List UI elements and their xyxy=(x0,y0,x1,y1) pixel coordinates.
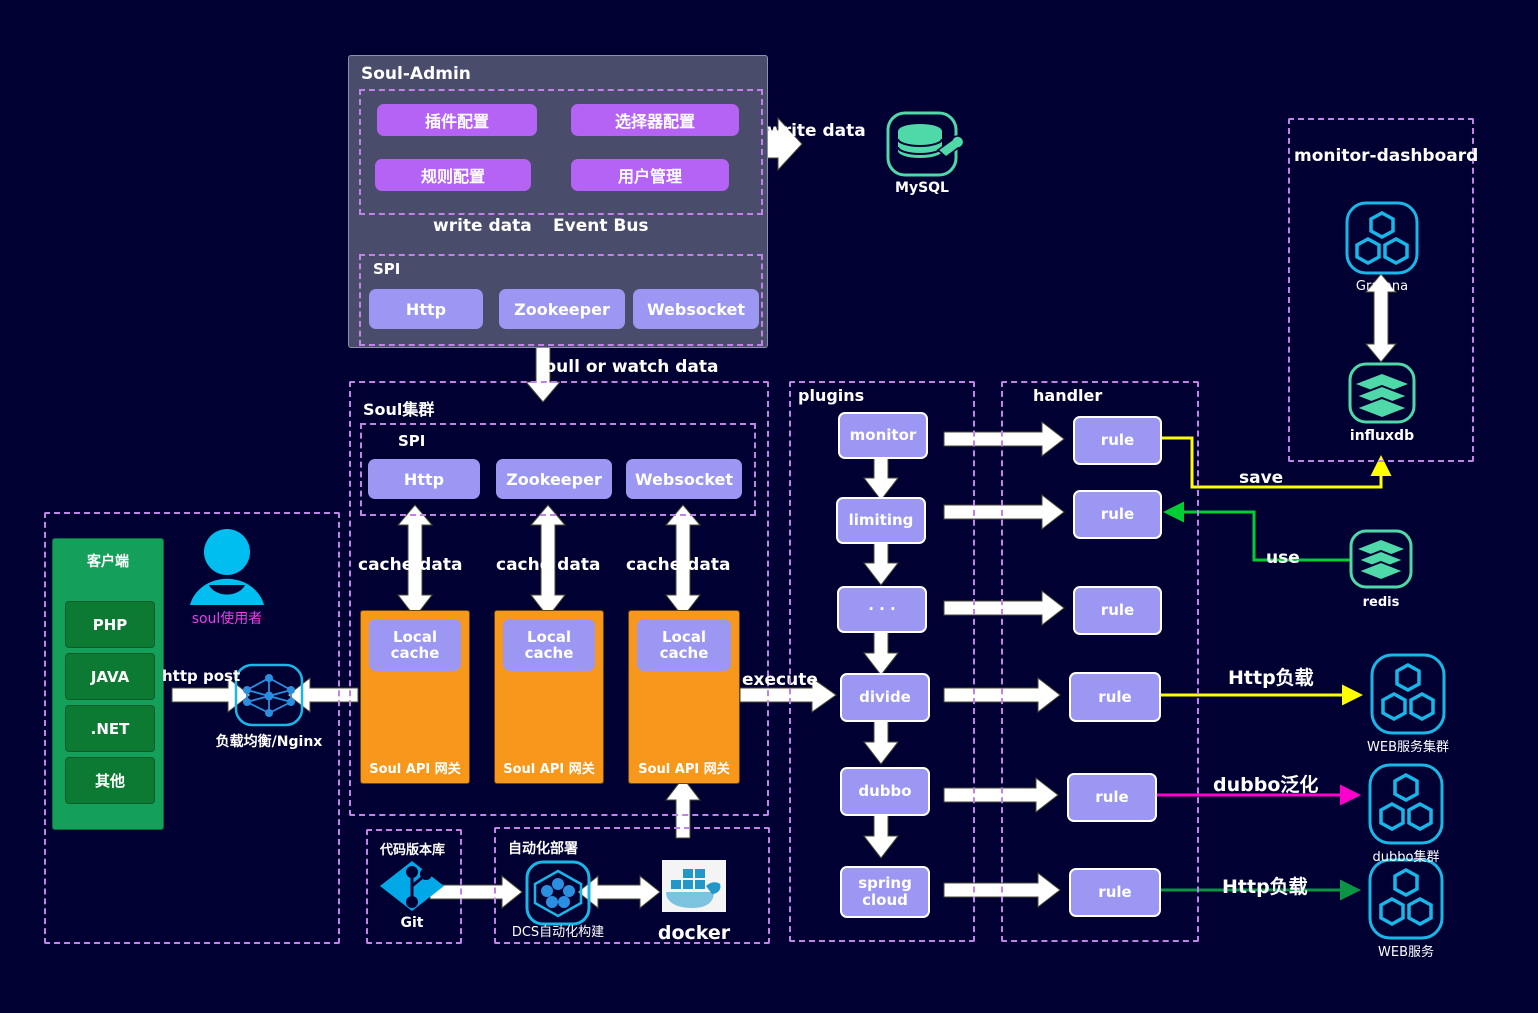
client-lang-java[interactable]: JAVA xyxy=(65,653,155,700)
admin-write-data-label: write data xyxy=(433,216,532,236)
cluster-spi-label: SPI xyxy=(398,432,426,450)
client-lang-php[interactable]: PHP xyxy=(65,601,155,648)
git-label: Git xyxy=(400,915,424,931)
http-load-label-2: Http负载 xyxy=(1222,876,1308,898)
docker-label: docker xyxy=(657,922,731,944)
admin-spi-websocket[interactable]: Websocket xyxy=(633,289,759,329)
dubbo-cluster-label: dubbo集群 xyxy=(1372,850,1440,865)
config-button-selector[interactable]: 选择器配置 xyxy=(571,104,739,136)
handler-rule-3[interactable]: rule xyxy=(1073,586,1162,635)
dcs-label: DCS自动化构建 xyxy=(511,925,605,940)
user-label: soul使用者 xyxy=(191,611,263,627)
admin-spi-label: SPI xyxy=(373,260,401,278)
plugin-divide[interactable]: divide xyxy=(840,673,930,722)
redis-label: redis xyxy=(1362,595,1400,610)
pull-or-watch-label: pull or watch data xyxy=(544,357,719,377)
http-load-label-1: Http负载 xyxy=(1228,667,1314,689)
mysql-icon xyxy=(886,111,965,177)
use-label: use xyxy=(1266,548,1300,568)
plugin-monitor[interactable]: monitor xyxy=(838,412,928,459)
client-lang-other[interactable]: 其他 xyxy=(65,757,155,804)
redis-icon xyxy=(1349,529,1413,589)
event-bus-label: Event Bus xyxy=(553,216,649,236)
cache-data-label-1: cache data xyxy=(358,555,463,575)
handler-rule-1[interactable]: rule xyxy=(1073,416,1162,465)
cache-data-label-2: cache data xyxy=(496,555,601,575)
client-title: 客户端 xyxy=(87,554,129,570)
plugin-dubbo[interactable]: dubbo xyxy=(840,767,930,816)
gateway-card-1: Local cache Soul API 网关 xyxy=(360,610,470,784)
web-cluster-icon xyxy=(1370,653,1446,735)
handler-group xyxy=(1001,381,1199,942)
config-button-user[interactable]: 用户管理 xyxy=(571,159,729,191)
local-cache-3: Local cache xyxy=(637,619,731,671)
plugin-ellipsis[interactable]: · · · xyxy=(837,586,927,633)
plugin-limiting[interactable]: limiting xyxy=(836,497,926,544)
mysql-write-data-label: write data xyxy=(767,121,866,141)
grafana-label: Grafana xyxy=(1355,279,1409,294)
gateway-card-2: Local cache Soul API 网关 xyxy=(494,610,604,784)
admin-spi-zookeeper[interactable]: Zookeeper xyxy=(499,289,625,329)
gateway-card-3: Local cache Soul API 网关 xyxy=(628,610,740,784)
dubbo-cluster-icon xyxy=(1368,763,1444,845)
config-button-plugin[interactable]: 插件配置 xyxy=(377,104,537,136)
handler-rule-5[interactable]: rule xyxy=(1067,773,1157,822)
gateway-name-3: Soul API 网关 xyxy=(638,762,730,777)
gateway-name-2: Soul API 网关 xyxy=(503,762,595,777)
client-lang-net[interactable]: .NET xyxy=(65,705,155,752)
soul-admin-title: Soul-Admin xyxy=(361,64,471,84)
dubbo-generic-label: dubbo泛化 xyxy=(1213,774,1319,796)
influxdb-label: influxdb xyxy=(1349,428,1415,444)
admin-spi-http[interactable]: Http xyxy=(369,289,483,329)
cluster-spi-http[interactable]: Http xyxy=(368,459,480,499)
local-cache-1: Local cache xyxy=(369,619,461,671)
client-box: 客户端 PHP JAVA .NET 其他 xyxy=(52,538,164,830)
soul-cluster-title: Soul集群 xyxy=(363,400,435,419)
mysql-label: MySQL xyxy=(895,180,949,196)
code-repo-title: 代码版本库 xyxy=(380,843,446,858)
web-cluster-label: WEB服务集群 xyxy=(1367,740,1449,755)
web-service-label: WEB服务 xyxy=(1378,945,1434,960)
handler-rule-6[interactable]: rule xyxy=(1069,868,1161,917)
http-post-label: http post xyxy=(162,667,241,685)
handler-rule-2[interactable]: rule xyxy=(1073,490,1162,539)
nginx-label: 负载均衡/Nginx xyxy=(215,734,323,750)
auto-deploy-title: 自动化部署 xyxy=(508,841,578,857)
plugins-group xyxy=(789,381,975,942)
monitor-dashboard-title: monitor-dashboard xyxy=(1294,146,1479,166)
cluster-spi-websocket[interactable]: Websocket xyxy=(626,459,742,499)
cluster-spi-zookeeper[interactable]: Zookeeper xyxy=(496,459,612,499)
handler-rule-4[interactable]: rule xyxy=(1069,672,1161,722)
gateway-name-1: Soul API 网关 xyxy=(369,762,461,777)
local-cache-2: Local cache xyxy=(503,619,595,671)
save-label: save xyxy=(1239,468,1284,488)
plugin-spring-cloud[interactable]: spring cloud xyxy=(840,866,930,918)
web-service-icon xyxy=(1368,858,1444,940)
config-button-rule[interactable]: 规则配置 xyxy=(375,159,531,191)
soul-admin-panel: Soul-Admin 插件配置 选择器配置 规则配置 用户管理 write da… xyxy=(348,55,768,348)
plugins-title: plugins xyxy=(798,386,865,405)
cache-data-label-3: cache data xyxy=(626,555,731,575)
handler-title: handler xyxy=(1033,386,1103,405)
